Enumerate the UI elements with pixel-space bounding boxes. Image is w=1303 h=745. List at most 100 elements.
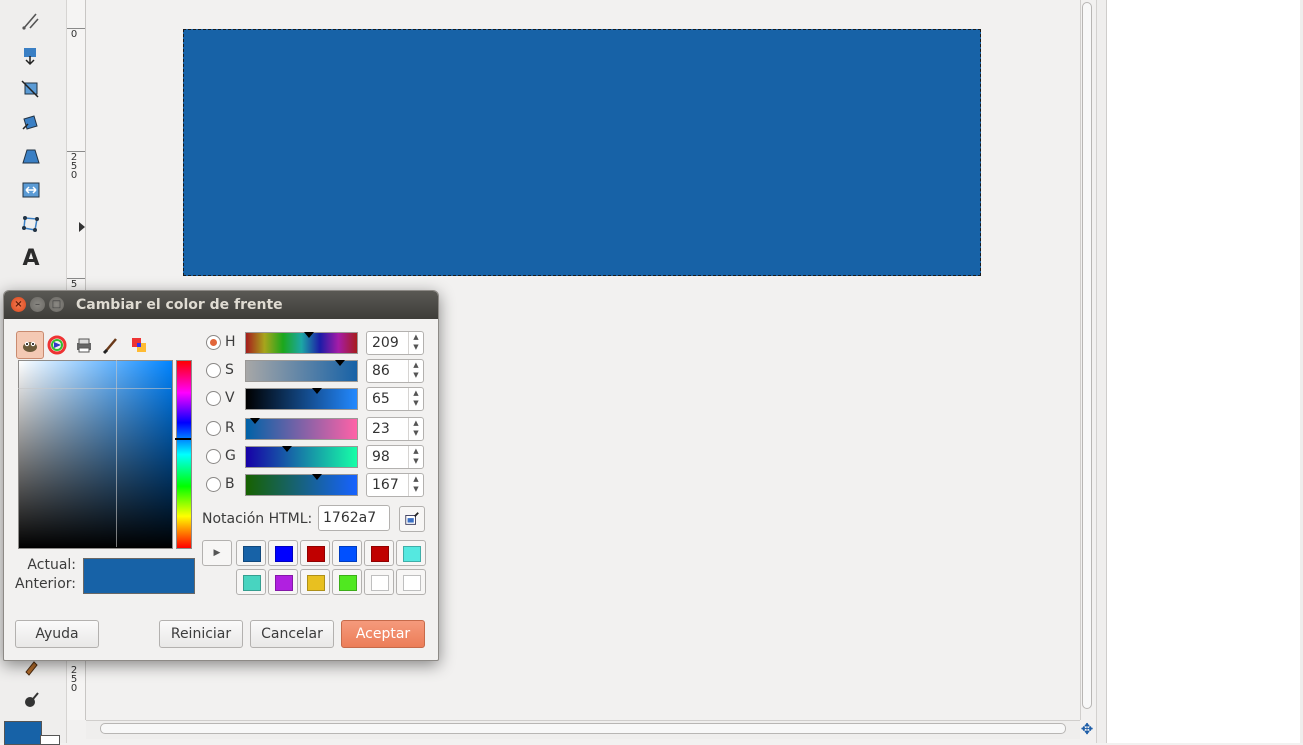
channel-slider-g[interactable] — [245, 446, 358, 468]
gimp-selector-icon[interactable] — [16, 331, 44, 359]
color-comparison-swatch — [83, 558, 195, 594]
slider-handle[interactable] — [282, 446, 293, 452]
history-color-swatch[interactable] — [236, 569, 266, 595]
channel-value: 23 — [372, 421, 390, 437]
spin-arrows-icon[interactable]: ▲ ▼ — [408, 474, 423, 496]
channel-slider-h[interactable] — [245, 332, 358, 354]
channel-spinbutton-s[interactable]: 86 ▲ ▼ — [366, 359, 424, 383]
spin-arrows-icon[interactable]: ▲ ▼ — [408, 446, 423, 468]
history-color-swatch[interactable] — [364, 569, 394, 595]
slider-handle[interactable] — [312, 474, 323, 480]
channel-slider-r[interactable] — [245, 418, 358, 440]
eyedropper-icon — [405, 512, 419, 525]
ruler-tick — [67, 151, 85, 152]
history-color-swatch[interactable] — [332, 540, 362, 566]
ruler-pointer — [79, 222, 85, 232]
dodge-burn-icon[interactable] — [17, 686, 45, 714]
ruler-label: 2 5 0 — [70, 152, 78, 181]
channel-radio-b[interactable] — [206, 477, 221, 492]
channel-radio-g[interactable] — [206, 449, 221, 464]
channel-radio-h[interactable] — [206, 335, 221, 350]
channel-radio-v[interactable] — [206, 391, 221, 406]
dialog-title: Cambiar el color de frente — [76, 297, 283, 313]
slider-handle[interactable] — [312, 388, 323, 394]
channel-label: B — [225, 476, 235, 492]
channel-spinbutton-h[interactable]: 209 ▲ ▼ — [366, 331, 424, 355]
previous-color-label: Anterior: — [15, 576, 76, 592]
minimize-icon[interactable]: – — [30, 297, 45, 312]
ok-button[interactable]: Aceptar — [341, 620, 425, 648]
cage-transform-icon[interactable] — [17, 210, 45, 238]
history-color-swatch[interactable] — [332, 569, 362, 595]
flip-icon[interactable] — [17, 176, 45, 204]
html-notation-label: Notación HTML: — [202, 511, 313, 527]
hue-strip[interactable] — [176, 360, 192, 549]
channel-slider-b[interactable] — [245, 474, 358, 496]
channel-label: R — [225, 420, 235, 436]
add-to-history-button[interactable]: ▶ — [202, 540, 232, 566]
rotate-icon[interactable] — [17, 108, 45, 136]
slider-handle[interactable] — [249, 418, 260, 424]
history-color-swatch[interactable] — [268, 540, 298, 566]
picker-crosshair-vertical — [116, 360, 117, 547]
eyedropper-button[interactable] — [399, 506, 425, 532]
help-button[interactable]: Ayuda — [15, 620, 99, 648]
dock-panel — [1106, 0, 1301, 743]
history-color-swatch[interactable] — [236, 540, 266, 566]
history-color-swatch[interactable] — [300, 569, 330, 595]
slider-handle[interactable] — [335, 360, 346, 366]
paths-icon[interactable] — [17, 7, 45, 35]
channel-label: V — [225, 390, 235, 406]
spin-arrows-icon[interactable]: ▲ ▼ — [408, 418, 423, 440]
spin-arrows-icon[interactable]: ▲ ▼ — [408, 388, 423, 410]
background-color-swatch[interactable] — [40, 735, 60, 745]
history-color-swatch[interactable] — [300, 540, 330, 566]
channel-spinbutton-r[interactable]: 23 ▲ ▼ — [366, 417, 424, 441]
channel-value: 86 — [372, 363, 390, 379]
picker-crosshair-horizontal — [18, 388, 171, 389]
perspective-icon[interactable] — [17, 142, 45, 170]
history-color-swatch[interactable] — [268, 569, 298, 595]
channel-radio-r[interactable] — [206, 421, 221, 436]
selected-layer-rectangle[interactable] — [183, 29, 981, 276]
channel-value: 209 — [372, 335, 399, 351]
channel-label: G — [225, 448, 236, 464]
cancel-button[interactable]: Cancelar — [250, 620, 334, 648]
ruler-label: 0 — [70, 29, 78, 40]
reset-button[interactable]: Reiniciar — [159, 620, 243, 648]
color-wheel-icon[interactable] — [43, 331, 71, 359]
spin-arrows-icon[interactable]: ▲ ▼ — [408, 360, 423, 382]
channel-value: 65 — [372, 391, 390, 407]
ruler-tick — [67, 28, 85, 29]
change-foreground-color-dialog: × – □ Cambiar el color de frente Actual:… — [3, 290, 439, 661]
channel-slider-v[interactable] — [245, 388, 358, 410]
navigate-icon[interactable]: ✥ — [1078, 720, 1096, 738]
channel-value: 167 — [372, 477, 399, 493]
channel-label: H — [225, 334, 236, 350]
html-notation-value: 1762a7 — [323, 510, 377, 526]
palette-icon[interactable] — [125, 331, 153, 359]
maximize-icon[interactable]: □ — [49, 297, 64, 312]
watercolor-brush-icon[interactable] — [97, 331, 125, 359]
channel-spinbutton-b[interactable]: 167 ▲ ▼ — [366, 473, 424, 497]
history-color-swatch[interactable] — [396, 569, 426, 595]
channel-spinbutton-v[interactable]: 65 ▲ ▼ — [366, 387, 424, 411]
spin-arrows-icon[interactable]: ▲ ▼ — [408, 332, 423, 354]
channel-spinbutton-g[interactable]: 98 ▲ ▼ — [366, 445, 424, 469]
ruler-label: 5 — [70, 279, 78, 290]
close-icon[interactable]: × — [11, 297, 26, 312]
text-icon[interactable]: A — [17, 244, 45, 272]
cmyk-printer-icon[interactable] — [70, 331, 98, 359]
crop-icon[interactable] — [17, 74, 45, 102]
vertical-scrollbar-thumb[interactable] — [1082, 2, 1092, 709]
history-color-swatch[interactable] — [396, 540, 426, 566]
align-icon[interactable] — [17, 41, 45, 69]
hue-marker — [175, 438, 191, 440]
history-color-swatch[interactable] — [364, 540, 394, 566]
slider-handle[interactable] — [304, 332, 315, 338]
foreground-color-swatch[interactable] — [4, 721, 42, 745]
horizontal-scrollbar-thumb[interactable] — [100, 723, 1066, 734]
channel-radio-s[interactable] — [206, 363, 221, 378]
channel-value: 98 — [372, 449, 390, 465]
ruler-tick — [67, 278, 85, 279]
